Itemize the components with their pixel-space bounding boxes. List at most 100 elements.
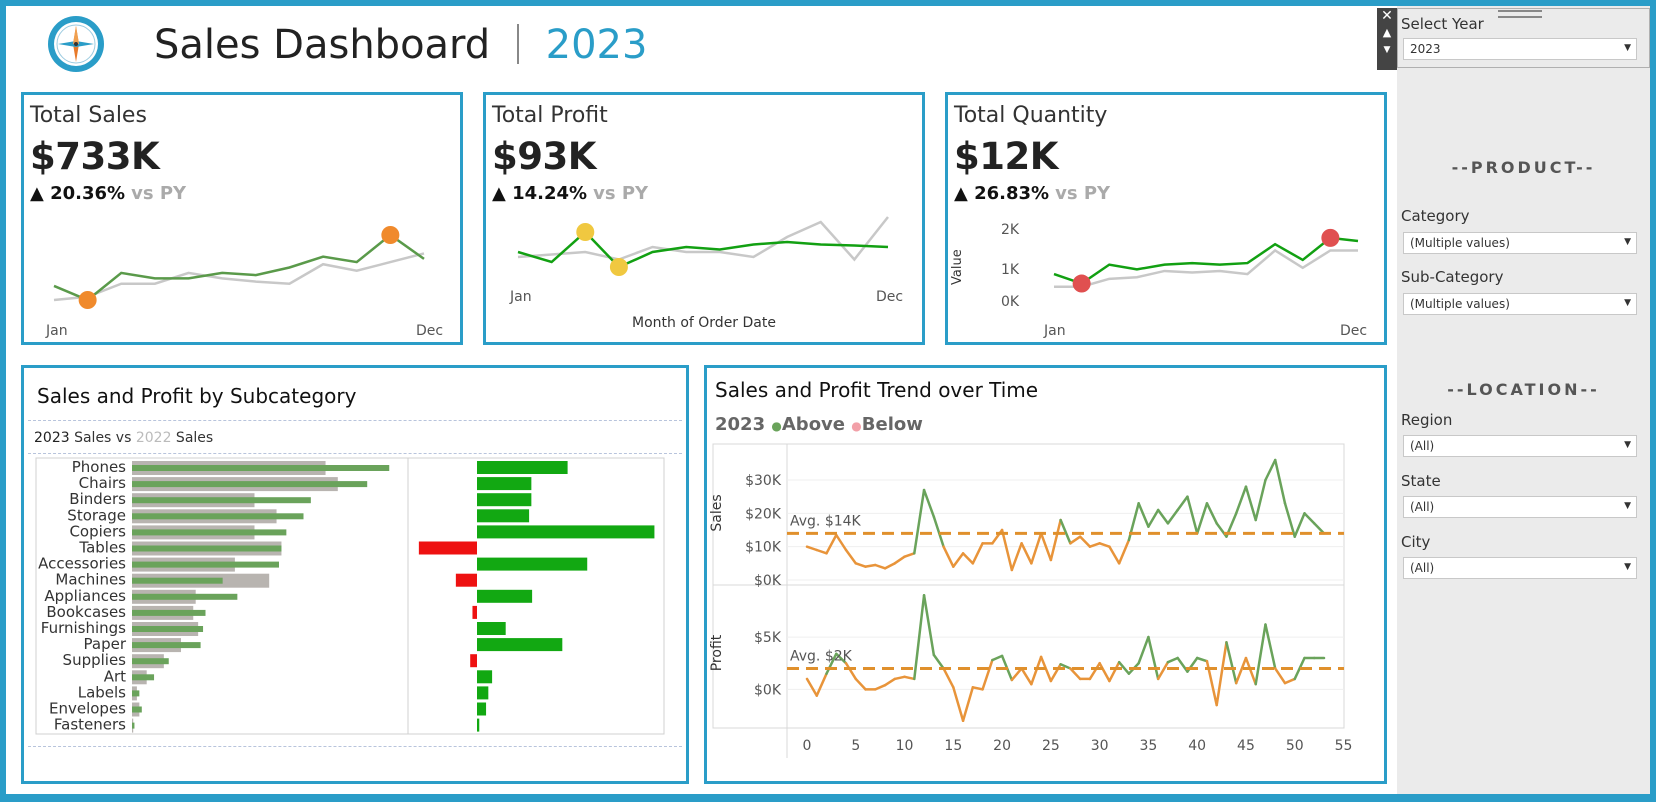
trend-segment xyxy=(864,563,877,568)
trend-segment xyxy=(913,488,926,555)
trend-segment xyxy=(1166,656,1179,664)
trend-segment xyxy=(1273,667,1287,685)
x-tick-label: 10 xyxy=(896,738,914,754)
y-axis-label: Profit xyxy=(709,634,725,671)
dropdown-value: (Multiple values) xyxy=(1410,297,1510,311)
city-label: City xyxy=(1401,533,1431,551)
trend-segment xyxy=(932,515,945,548)
current-year-bar xyxy=(132,722,135,729)
trend-segment xyxy=(893,555,906,565)
pin-icon[interactable]: ▲ xyxy=(1377,24,1397,42)
trend-segment xyxy=(1098,661,1111,683)
trend-segment xyxy=(854,677,867,691)
state-dropdown[interactable]: (All) ▼ xyxy=(1403,496,1637,518)
y-tick-label: $10K xyxy=(745,540,782,556)
title-divider xyxy=(516,24,519,64)
sparkline-x-start: Jan xyxy=(1044,323,1066,339)
profit-sparkline xyxy=(517,216,889,276)
x-tick-label: 25 xyxy=(1042,738,1060,754)
current-year-bar xyxy=(132,529,287,536)
x-tick-label: 35 xyxy=(1140,738,1158,754)
min-point-marker xyxy=(609,258,628,276)
current-year-bar xyxy=(132,690,140,697)
trend-segment xyxy=(1049,518,1062,562)
previous-year-line xyxy=(517,216,889,262)
chevron-down-icon: ▼ xyxy=(1624,562,1631,572)
current-year-bar xyxy=(132,481,368,488)
average-label: Avg. $14K xyxy=(790,513,862,529)
profit-bar xyxy=(477,509,530,523)
trend-segment xyxy=(1215,641,1228,707)
average-label: Avg. $2K xyxy=(790,648,853,664)
current-year-bar xyxy=(132,609,206,616)
current-year-bar xyxy=(132,706,142,713)
profit-bar xyxy=(418,541,477,555)
dropdown-value: (All) xyxy=(1410,561,1435,575)
sparkline-x-start: Jan xyxy=(46,323,68,339)
trend-segment xyxy=(1244,485,1257,522)
profit-bar xyxy=(477,686,489,700)
region-dropdown[interactable]: (All) ▼ xyxy=(1403,435,1637,457)
trend-segment xyxy=(1049,663,1062,683)
trend-segment xyxy=(1147,508,1160,528)
trend-segment xyxy=(922,593,936,657)
filter-toolbar: ✕ ▲ ▼ xyxy=(1377,8,1397,70)
x-tick-label: 45 xyxy=(1237,738,1255,754)
trend-segment xyxy=(1030,655,1043,686)
current-year-bar xyxy=(132,577,223,584)
x-tick-label: 15 xyxy=(944,738,962,754)
previous-year-line xyxy=(1054,248,1358,288)
max-point-marker xyxy=(381,226,400,244)
trend-segment xyxy=(1234,485,1248,515)
category-label: Fasteners xyxy=(54,716,126,734)
x-tick-label: 0 xyxy=(803,738,812,754)
chevron-down-icon: ▼ xyxy=(1624,43,1631,53)
subcategory-label: Sub-Category xyxy=(1401,268,1504,286)
trend-segment xyxy=(942,667,955,689)
chevron-down-icon: ▼ xyxy=(1624,237,1631,247)
current-year-bar xyxy=(132,561,279,568)
trend-segment xyxy=(1156,508,1170,525)
profit-bar xyxy=(477,670,493,684)
category-dropdown[interactable]: (Multiple values) ▼ xyxy=(1403,232,1637,254)
chevron-down-icon: ▼ xyxy=(1624,501,1631,511)
current-year-bar xyxy=(132,642,201,649)
y-tick-label: $0K xyxy=(754,682,782,698)
trend-segment xyxy=(883,677,897,687)
trend-segment xyxy=(1273,458,1287,505)
dropdown-value: (Multiple values) xyxy=(1410,236,1510,250)
trend-segment xyxy=(1156,660,1170,681)
more-options-icon[interactable]: ▼ xyxy=(1377,42,1397,58)
trend-segment xyxy=(1117,538,1131,565)
trend-segment xyxy=(952,686,965,723)
trend-segment xyxy=(1166,508,1179,525)
trend-segment xyxy=(1137,635,1150,665)
profit-bar xyxy=(477,461,568,474)
trend-segment xyxy=(1176,656,1189,673)
city-dropdown[interactable]: (All) ▼ xyxy=(1403,557,1637,579)
subcategory-dropdown[interactable]: (Multiple values) ▼ xyxy=(1403,293,1637,315)
trend-segment xyxy=(1303,512,1316,525)
trend-segment xyxy=(1069,667,1082,681)
trend-segment xyxy=(942,545,955,568)
y-axis-label: Sales xyxy=(709,494,725,531)
chevron-down-icon: ▼ xyxy=(1624,298,1631,308)
state-label: State xyxy=(1401,472,1441,490)
profit-bar xyxy=(477,638,563,652)
trend-segment xyxy=(1264,623,1277,670)
trend-segment xyxy=(1195,656,1209,663)
current-year-bar xyxy=(132,593,238,600)
chevron-down-icon: ▼ xyxy=(1624,440,1631,450)
close-icon[interactable]: ✕ xyxy=(1377,8,1397,24)
trend-segment xyxy=(1010,542,1023,572)
select-year-dropdown[interactable]: 2023 ▼ xyxy=(1403,38,1637,60)
x-tick-label: 55 xyxy=(1335,738,1353,754)
trend-segment xyxy=(1264,458,1277,482)
trend-segment xyxy=(1176,495,1189,512)
trend-segment xyxy=(874,683,887,691)
trend-segment xyxy=(1078,535,1092,548)
trend-segment xyxy=(825,533,838,555)
trend-segment xyxy=(1020,667,1033,686)
x-tick-label: 50 xyxy=(1286,738,1304,754)
sparkline-x-start: Jan xyxy=(510,289,532,305)
